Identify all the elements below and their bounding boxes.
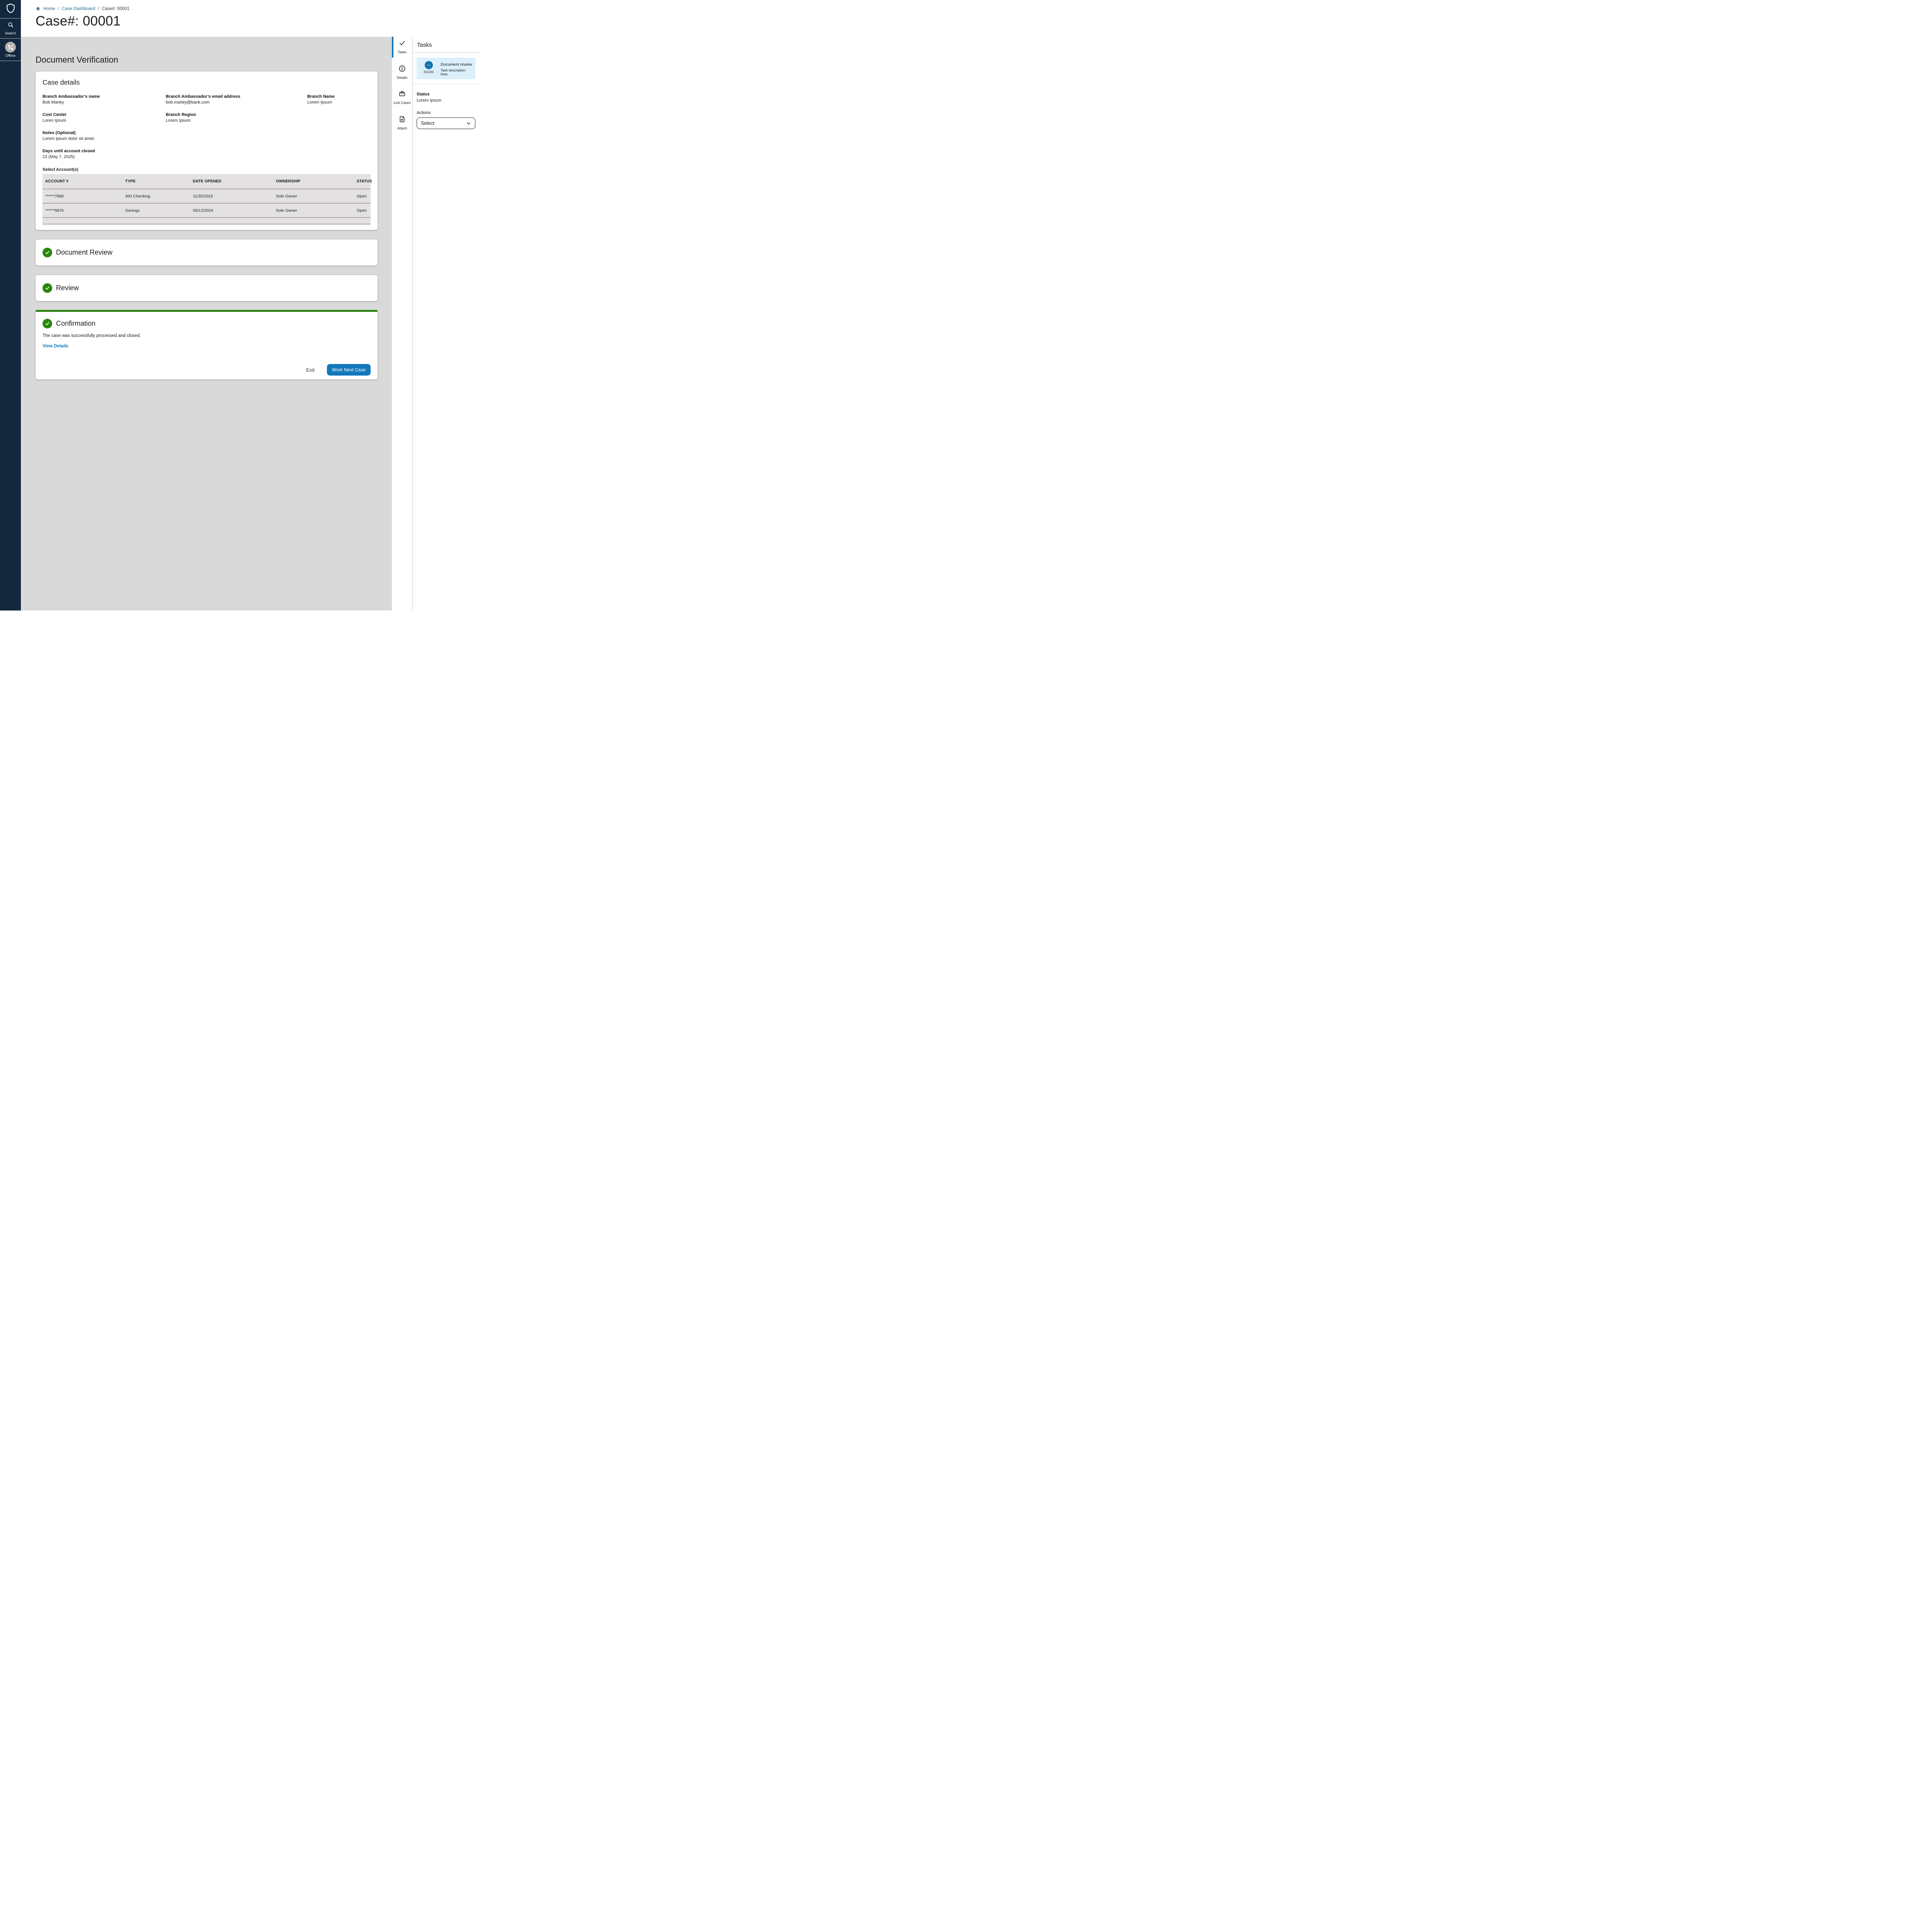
accounts-table-footer — [43, 218, 371, 224]
case-details-card: Case details Branch Ambassador’s name Bo… — [36, 71, 378, 230]
check-circle-icon — [43, 319, 52, 328]
step-title: Review — [56, 284, 79, 292]
info-icon — [398, 65, 406, 74]
cell-date-opened: 06/12/2024 — [193, 208, 276, 213]
field-branch-ambassador-name: Branch Ambassador’s name Bob Marley — [43, 94, 166, 105]
status-value: Lorem Ipsum — [417, 98, 475, 103]
table-row[interactable]: ******7890 360 Checking 11/25/2023 Sole … — [43, 189, 371, 204]
active-tab-indicator — [392, 37, 393, 58]
work-next-case-button[interactable]: Work Next Case — [327, 364, 371, 376]
breadcrumb-separator: / — [58, 7, 59, 11]
field-notes: Notes (Optional) Lorem ipsum dolor sit a… — [43, 131, 166, 141]
cell-type: Savings — [125, 208, 193, 213]
field-branch-region: Branch Region Lorem Ipsum — [166, 112, 307, 123]
sidebar-item-label: Search — [5, 32, 16, 35]
case-details-title: Case details — [43, 78, 371, 86]
sidebar-item-search[interactable]: Search — [0, 19, 21, 39]
accounts-table-header: ACCOUNT # TYPE DATE OPENED OWNERSHIP STA… — [43, 174, 371, 189]
shield-icon — [5, 3, 16, 16]
confirmation-title: Confirmation — [56, 320, 95, 328]
cell-type: 360 Checking — [125, 194, 193, 199]
phone-offline-icon — [5, 42, 16, 53]
table-row[interactable]: ******9876 Savings 06/12/2024 Sole Owner… — [43, 204, 371, 218]
confirmation-header: Confirmation — [43, 319, 371, 328]
cell-account: ******7890 — [45, 194, 125, 199]
confirmation-actions: Exit Work Next Case — [43, 364, 371, 376]
task-card[interactable]: ID1234 Document review Task description … — [417, 58, 475, 79]
cell-account: ******9876 — [45, 208, 125, 213]
step-card-document-review[interactable]: Document Review — [36, 240, 378, 265]
app-sidebar: Search Offline — [0, 0, 21, 611]
rail-item-tasks[interactable]: Tasks — [392, 39, 412, 55]
check-circle-icon — [43, 248, 52, 257]
chevron-down-icon — [466, 121, 471, 126]
home-icon[interactable] — [36, 6, 41, 11]
col-date-opened: DATE OPENED — [193, 179, 276, 184]
confirmation-message: The case was successfully processed and … — [43, 333, 371, 338]
breadcrumb: Home / Case Dashboard / Case#: 00001 — [36, 6, 480, 11]
rail-item-attach[interactable]: Attach — [392, 116, 412, 131]
select-accounts-label: Select Account(s) — [43, 167, 371, 172]
cell-status: Open — [357, 208, 371, 213]
confirmation-card: Confirmation The case was successfully p… — [36, 312, 378, 379]
exit-button[interactable]: Exit — [306, 367, 315, 373]
page-header: Home / Case Dashboard / Case#: 00001 Cas… — [21, 0, 480, 37]
sidebar-item-label: Offline — [5, 54, 15, 58]
status-label: Status — [417, 92, 475, 97]
cell-ownership: Sole Owner — [276, 194, 357, 199]
field-days-until-closed: Days until account closed 23 (May 7, 202… — [43, 149, 166, 159]
sidebar-item-offline[interactable]: Offline — [0, 39, 21, 61]
actions-label: Actions — [417, 111, 475, 115]
col-account: ACCOUNT # — [45, 179, 125, 184]
cell-ownership: Sole Owner — [276, 208, 357, 213]
rail-item-link-cases[interactable]: Link Cases — [392, 90, 412, 105]
briefcase-icon — [398, 90, 406, 99]
breadcrumb-current: Case#: 00001 — [102, 7, 129, 11]
section-title: Document Verification — [36, 55, 378, 65]
task-title: Document review — [441, 62, 472, 67]
main-content: Document Verification Case details Branc… — [21, 37, 392, 611]
breadcrumb-case-dashboard-link[interactable]: Case Dashboard — [62, 7, 95, 11]
cell-status: Open — [357, 194, 371, 199]
confirmation-section: Confirmation The case was successfully p… — [36, 310, 378, 379]
accounts-table: ACCOUNT # TYPE DATE OPENED OWNERSHIP STA… — [43, 174, 371, 224]
col-type: TYPE — [125, 179, 193, 184]
col-ownership: OWNERSHIP — [276, 179, 357, 184]
search-icon — [7, 22, 14, 30]
field-branch-ambassador-email: Branch Ambassador’s email address bob.ma… — [166, 94, 307, 105]
cell-date-opened: 11/25/2023 — [193, 194, 276, 199]
avatar — [425, 61, 433, 69]
check-circle-icon — [43, 283, 52, 293]
tasks-panel: Tasks ID1234 Document review Task descri… — [412, 37, 480, 611]
case-details-fields: Branch Ambassador’s name Bob Marley Bran… — [43, 94, 371, 159]
step-title: Document Review — [56, 248, 112, 257]
view-details-link[interactable]: View Details — [43, 344, 68, 349]
tasks-panel-title: Tasks — [413, 37, 480, 53]
field-cost-center: Cost Center Loren Ipsum — [43, 112, 166, 123]
actions-select[interactable]: Select — [417, 117, 475, 129]
breadcrumb-home-link[interactable]: Home — [43, 7, 55, 11]
field-branch-name: Branch Name Lorem Ipsum — [307, 94, 371, 105]
task-id: ID1234 — [424, 70, 434, 74]
col-status: STATUS — [357, 179, 372, 184]
app-logo[interactable] — [0, 0, 21, 19]
actions-select-value: Select — [421, 121, 434, 126]
check-icon — [398, 39, 406, 49]
breadcrumb-separator: / — [98, 7, 99, 11]
utility-rail: Tasks Details Link Cases Attach — [392, 37, 412, 611]
step-card-review[interactable]: Review — [36, 275, 378, 301]
page-title: Case#: 00001 — [36, 14, 480, 28]
attach-document-icon — [398, 116, 406, 125]
task-description: Task description here. — [441, 68, 472, 76]
rail-item-details[interactable]: Details — [392, 65, 412, 80]
